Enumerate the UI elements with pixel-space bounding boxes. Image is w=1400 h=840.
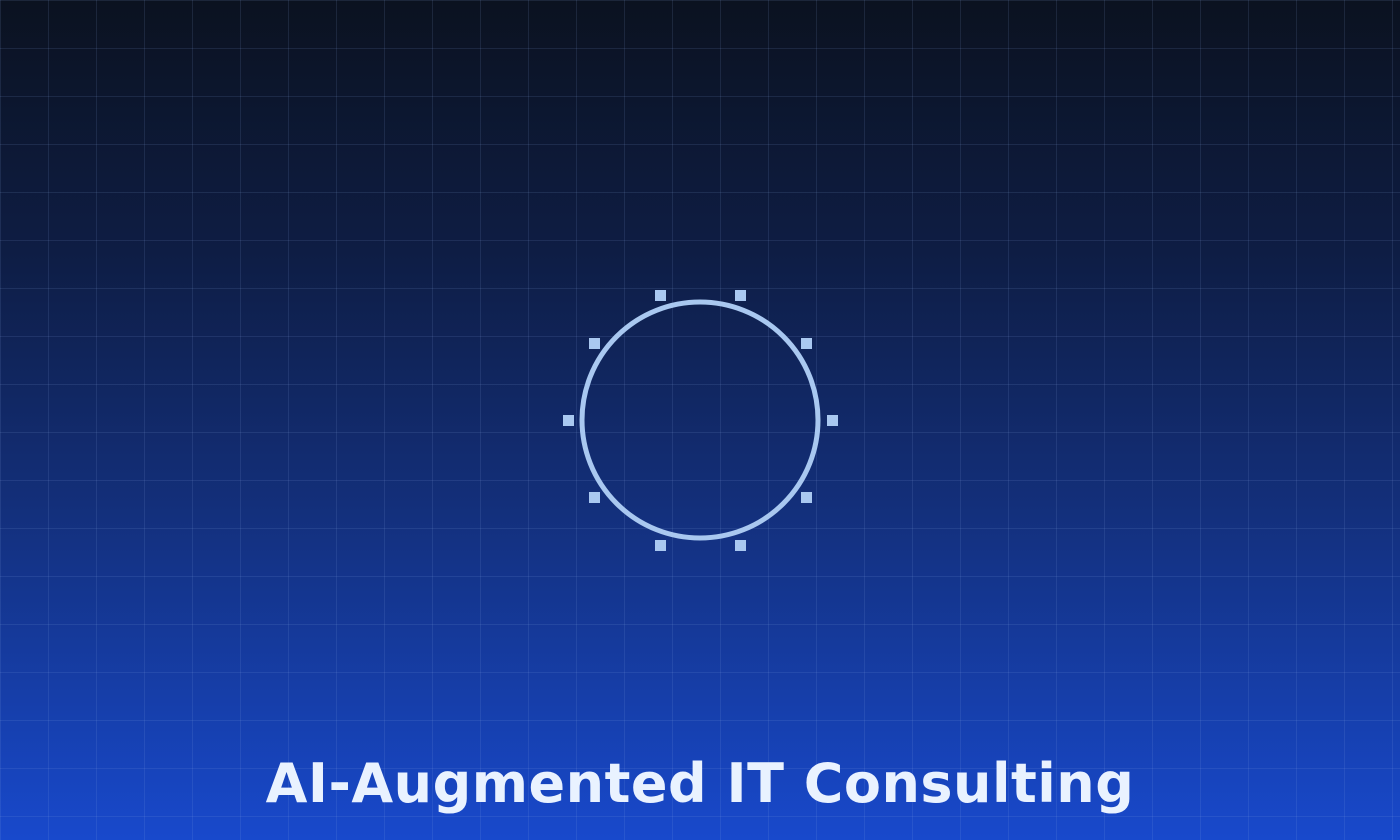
ring-tooth [589,492,600,503]
ring-tooth [801,492,812,503]
ring-tooth [801,338,812,349]
ring-tooth [735,540,746,551]
ring-tooth [589,338,600,349]
ring-tooth [655,290,666,301]
hero-section: AI-Augmented IT Consulting [0,0,1400,840]
ring-tooth [735,290,746,301]
gear-ring-icon [563,290,838,551]
ring-tooth [655,540,666,551]
page-title: AI-Augmented IT Consulting [265,752,1135,815]
ring-tooth [563,415,574,426]
ring-outline [579,299,821,541]
ring-tooth [827,415,838,426]
